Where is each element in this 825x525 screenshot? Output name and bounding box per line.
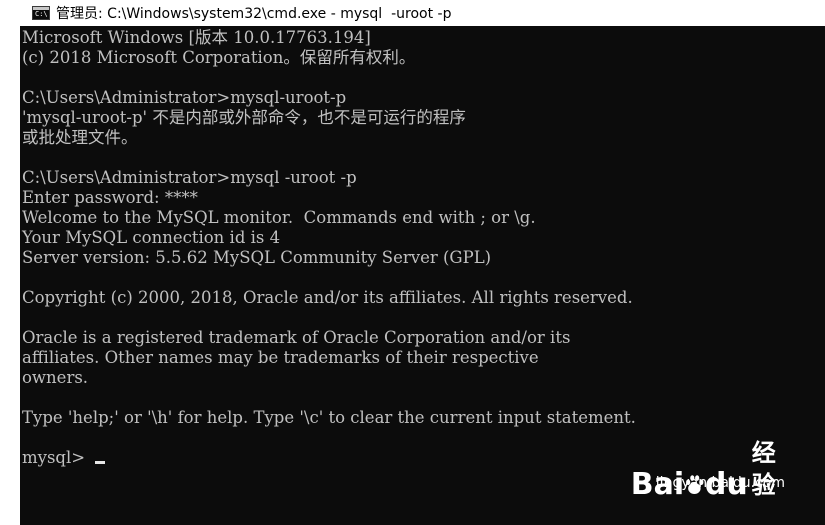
watermark-url: jingyan.baidu.com <box>655 475 785 491</box>
cmd-icon-text: C:\ <box>35 10 48 18</box>
console-line: 'mysql-uroot-p' 不是内部或外部命令，也不是可运行的程序 <box>22 108 466 127</box>
console-output: Microsoft Windows [版本 10.0.17763.194] (c)… <box>22 28 636 468</box>
console-line: C:\Users\Administrator>mysql -uroot -p <box>22 168 357 187</box>
console-line: (c) 2018 Microsoft Corporation。保留所有权利。 <box>22 48 416 67</box>
console-line: Welcome to the MySQL monitor. Commands e… <box>22 208 536 227</box>
title-bar[interactable]: C:\ 管理员: C:\Windows\system32\cmd.exe - m… <box>0 0 825 26</box>
console-line: C:\Users\Administrator>mysql-uroot-p <box>22 88 347 107</box>
baidu-jingyan-watermark: Bai du 经验 jingyan.baidu.com <box>631 437 785 507</box>
window-title: 管理员: C:\Windows\system32\cmd.exe - mysql… <box>56 6 452 22</box>
mysql-prompt: mysql> <box>22 448 86 467</box>
cmd-window: C:\ 管理员: C:\Windows\system32\cmd.exe - m… <box>0 0 825 525</box>
console-area[interactable]: Microsoft Windows [版本 10.0.17763.194] (c)… <box>20 26 825 525</box>
baidu-logo: Bai du 经验 <box>631 437 785 501</box>
text-cursor <box>95 461 106 464</box>
console-line: Copyright (c) 2000, 2018, Oracle and/or … <box>22 288 633 307</box>
console-line: Your MySQL connection id is 4 <box>22 228 281 247</box>
console-line: Server version: 5.5.62 MySQL Community S… <box>22 248 492 267</box>
console-line: affiliates. Other names may be trademark… <box>22 348 539 367</box>
console-line: 或批处理文件。 <box>22 128 138 147</box>
console-line: owners. <box>22 368 89 387</box>
console-line: Type 'help;' or '\h' for help. Type '\c'… <box>22 408 636 427</box>
prompt-line[interactable]: mysql> <box>22 448 636 468</box>
console-line: Microsoft Windows [版本 10.0.17763.194] <box>22 28 371 47</box>
console-line: Enter password: **** <box>22 188 198 207</box>
cmd-icon[interactable]: C:\ <box>32 6 50 20</box>
console-line: Oracle is a registered trademark of Orac… <box>22 328 571 347</box>
logo-jingyan-text: 经验 <box>751 439 776 499</box>
